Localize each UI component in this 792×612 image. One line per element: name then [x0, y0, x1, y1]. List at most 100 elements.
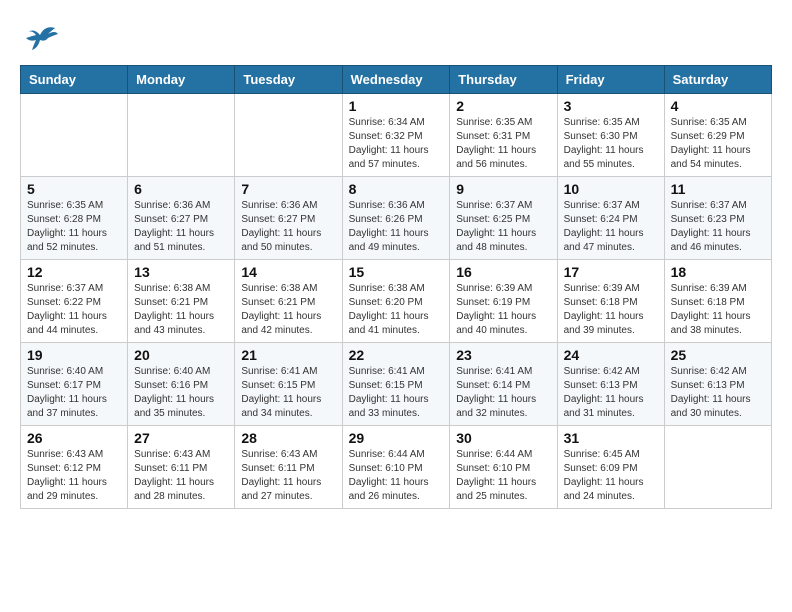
- day-number: 1: [349, 98, 444, 114]
- calendar-table: SundayMondayTuesdayWednesdayThursdayFrid…: [20, 65, 772, 509]
- logo: [20, 20, 66, 55]
- calendar-cell: 7 Sunrise: 6:36 AM Sunset: 6:27 PM Daylig…: [235, 177, 342, 260]
- day-info: Sunrise: 6:43 AM Sunset: 6:12 PM Dayligh…: [27, 448, 121, 504]
- day-number: 20: [134, 347, 228, 363]
- day-number: 10: [564, 181, 658, 197]
- calendar-cell: 20 Sunrise: 6:40 AM Sunset: 6:16 PM Dayli…: [128, 343, 235, 426]
- calendar-cell: 22Sunrise: 6:41 AM Sunset: 6:15 PM Dayli…: [342, 343, 450, 426]
- column-header-friday: Friday: [557, 66, 664, 94]
- column-header-thursday: Thursday: [450, 66, 557, 94]
- calendar-cell: 23Sunrise: 6:41 AM Sunset: 6:14 PM Dayli…: [450, 343, 557, 426]
- day-info: Sunrise: 6:43 AM Sunset: 6:11 PM Dayligh…: [241, 448, 335, 504]
- day-number: 27: [134, 430, 228, 446]
- calendar-cell: [128, 94, 235, 177]
- calendar-cell: 28Sunrise: 6:43 AM Sunset: 6:11 PM Dayli…: [235, 426, 342, 509]
- page-header: [20, 20, 772, 55]
- column-header-tuesday: Tuesday: [235, 66, 342, 94]
- calendar-cell: 29 Sunrise: 6:44 AM Sunset: 6:10 PM Dayli…: [342, 426, 450, 509]
- day-info: Sunrise: 6:35 AM Sunset: 6:31 PM Dayligh…: [456, 116, 550, 172]
- day-info: Sunrise: 6:37 AM Sunset: 6:23 PM Dayligh…: [671, 199, 765, 255]
- day-info: Sunrise: 6:44 AM Sunset: 6:10 PM Dayligh…: [349, 448, 444, 504]
- day-number: 24: [564, 347, 658, 363]
- day-info: Sunrise: 6:37 AM Sunset: 6:22 PM Dayligh…: [27, 282, 121, 338]
- day-number: 13: [134, 264, 228, 280]
- calendar-week-1: 1Sunrise: 6:34 AM Sunset: 6:32 PM Daylig…: [21, 94, 772, 177]
- day-number: 11: [671, 181, 765, 197]
- day-info: Sunrise: 6:38 AM Sunset: 6:21 PM Dayligh…: [241, 282, 335, 338]
- calendar-cell: [664, 426, 771, 509]
- calendar-cell: 17Sunrise: 6:39 AM Sunset: 6:18 PM Dayli…: [557, 260, 664, 343]
- day-number: 9: [456, 181, 550, 197]
- calendar-cell: 15 Sunrise: 6:38 AM Sunset: 6:20 PM Dayli…: [342, 260, 450, 343]
- calendar-cell: [21, 94, 128, 177]
- day-info: Sunrise: 6:39 AM Sunset: 6:18 PM Dayligh…: [564, 282, 658, 338]
- day-info: Sunrise: 6:44 AM Sunset: 6:10 PM Dayligh…: [456, 448, 550, 504]
- day-info: Sunrise: 6:35 AM Sunset: 6:28 PM Dayligh…: [27, 199, 121, 255]
- calendar-cell: 2 Sunrise: 6:35 AM Sunset: 6:31 PM Daylig…: [450, 94, 557, 177]
- calendar-cell: 4Sunrise: 6:35 AM Sunset: 6:29 PM Daylig…: [664, 94, 771, 177]
- calendar-cell: 21 Sunrise: 6:41 AM Sunset: 6:15 PM Dayli…: [235, 343, 342, 426]
- day-info: Sunrise: 6:39 AM Sunset: 6:18 PM Dayligh…: [671, 282, 765, 338]
- day-info: Sunrise: 6:40 AM Sunset: 6:17 PM Dayligh…: [27, 365, 121, 421]
- calendar-cell: 5 Sunrise: 6:35 AM Sunset: 6:28 PM Daylig…: [21, 177, 128, 260]
- day-info: Sunrise: 6:45 AM Sunset: 6:09 PM Dayligh…: [564, 448, 658, 504]
- bird-icon: [20, 20, 60, 55]
- day-number: 4: [671, 98, 765, 114]
- calendar-week-2: 5 Sunrise: 6:35 AM Sunset: 6:28 PM Daylig…: [21, 177, 772, 260]
- day-number: 31: [564, 430, 658, 446]
- day-number: 5: [27, 181, 121, 197]
- calendar-cell: 14Sunrise: 6:38 AM Sunset: 6:21 PM Dayli…: [235, 260, 342, 343]
- calendar-cell: 1Sunrise: 6:34 AM Sunset: 6:32 PM Daylig…: [342, 94, 450, 177]
- calendar-cell: [235, 94, 342, 177]
- column-header-sunday: Sunday: [21, 66, 128, 94]
- day-number: 30: [456, 430, 550, 446]
- day-number: 3: [564, 98, 658, 114]
- day-info: Sunrise: 6:35 AM Sunset: 6:30 PM Dayligh…: [564, 116, 658, 172]
- calendar-cell: 13 Sunrise: 6:38 AM Sunset: 6:21 PM Dayli…: [128, 260, 235, 343]
- day-number: 12: [27, 264, 121, 280]
- calendar-week-4: 19 Sunrise: 6:40 AM Sunset: 6:17 PM Dayli…: [21, 343, 772, 426]
- day-info: Sunrise: 6:42 AM Sunset: 6:13 PM Dayligh…: [671, 365, 765, 421]
- calendar-cell: 12 Sunrise: 6:37 AM Sunset: 6:22 PM Dayli…: [21, 260, 128, 343]
- day-number: 15: [349, 264, 444, 280]
- day-info: Sunrise: 6:36 AM Sunset: 6:27 PM Dayligh…: [241, 199, 335, 255]
- day-info: Sunrise: 6:40 AM Sunset: 6:16 PM Dayligh…: [134, 365, 228, 421]
- calendar-header-row: SundayMondayTuesdayWednesdayThursdayFrid…: [21, 66, 772, 94]
- day-number: 6: [134, 181, 228, 197]
- day-number: 2: [456, 98, 550, 114]
- calendar-cell: 11 Sunrise: 6:37 AM Sunset: 6:23 PM Dayli…: [664, 177, 771, 260]
- column-header-wednesday: Wednesday: [342, 66, 450, 94]
- day-info: Sunrise: 6:43 AM Sunset: 6:11 PM Dayligh…: [134, 448, 228, 504]
- calendar-cell: 9 Sunrise: 6:37 AM Sunset: 6:25 PM Daylig…: [450, 177, 557, 260]
- day-number: 25: [671, 347, 765, 363]
- column-header-monday: Monday: [128, 66, 235, 94]
- day-info: Sunrise: 6:42 AM Sunset: 6:13 PM Dayligh…: [564, 365, 658, 421]
- calendar-week-3: 12 Sunrise: 6:37 AM Sunset: 6:22 PM Dayli…: [21, 260, 772, 343]
- calendar-cell: 24 Sunrise: 6:42 AM Sunset: 6:13 PM Dayli…: [557, 343, 664, 426]
- calendar-cell: 3 Sunrise: 6:35 AM Sunset: 6:30 PM Daylig…: [557, 94, 664, 177]
- calendar-cell: 6 Sunrise: 6:36 AM Sunset: 6:27 PM Daylig…: [128, 177, 235, 260]
- day-info: Sunrise: 6:37 AM Sunset: 6:24 PM Dayligh…: [564, 199, 658, 255]
- day-number: 29: [349, 430, 444, 446]
- calendar-cell: 26 Sunrise: 6:43 AM Sunset: 6:12 PM Dayli…: [21, 426, 128, 509]
- calendar-cell: 8Sunrise: 6:36 AM Sunset: 6:26 PM Daylig…: [342, 177, 450, 260]
- calendar-cell: 30 Sunrise: 6:44 AM Sunset: 6:10 PM Dayli…: [450, 426, 557, 509]
- day-number: 18: [671, 264, 765, 280]
- day-info: Sunrise: 6:41 AM Sunset: 6:14 PM Dayligh…: [456, 365, 550, 421]
- calendar-cell: 25 Sunrise: 6:42 AM Sunset: 6:13 PM Dayli…: [664, 343, 771, 426]
- calendar-cell: 10 Sunrise: 6:37 AM Sunset: 6:24 PM Dayli…: [557, 177, 664, 260]
- day-number: 21: [241, 347, 335, 363]
- column-header-saturday: Saturday: [664, 66, 771, 94]
- day-number: 19: [27, 347, 121, 363]
- day-info: Sunrise: 6:37 AM Sunset: 6:25 PM Dayligh…: [456, 199, 550, 255]
- day-info: Sunrise: 6:38 AM Sunset: 6:20 PM Dayligh…: [349, 282, 444, 338]
- day-info: Sunrise: 6:36 AM Sunset: 6:27 PM Dayligh…: [134, 199, 228, 255]
- day-number: 26: [27, 430, 121, 446]
- day-number: 7: [241, 181, 335, 197]
- day-info: Sunrise: 6:39 AM Sunset: 6:19 PM Dayligh…: [456, 282, 550, 338]
- day-number: 16: [456, 264, 550, 280]
- day-info: Sunrise: 6:38 AM Sunset: 6:21 PM Dayligh…: [134, 282, 228, 338]
- day-info: Sunrise: 6:41 AM Sunset: 6:15 PM Dayligh…: [349, 365, 444, 421]
- calendar-cell: 16 Sunrise: 6:39 AM Sunset: 6:19 PM Dayli…: [450, 260, 557, 343]
- day-info: Sunrise: 6:41 AM Sunset: 6:15 PM Dayligh…: [241, 365, 335, 421]
